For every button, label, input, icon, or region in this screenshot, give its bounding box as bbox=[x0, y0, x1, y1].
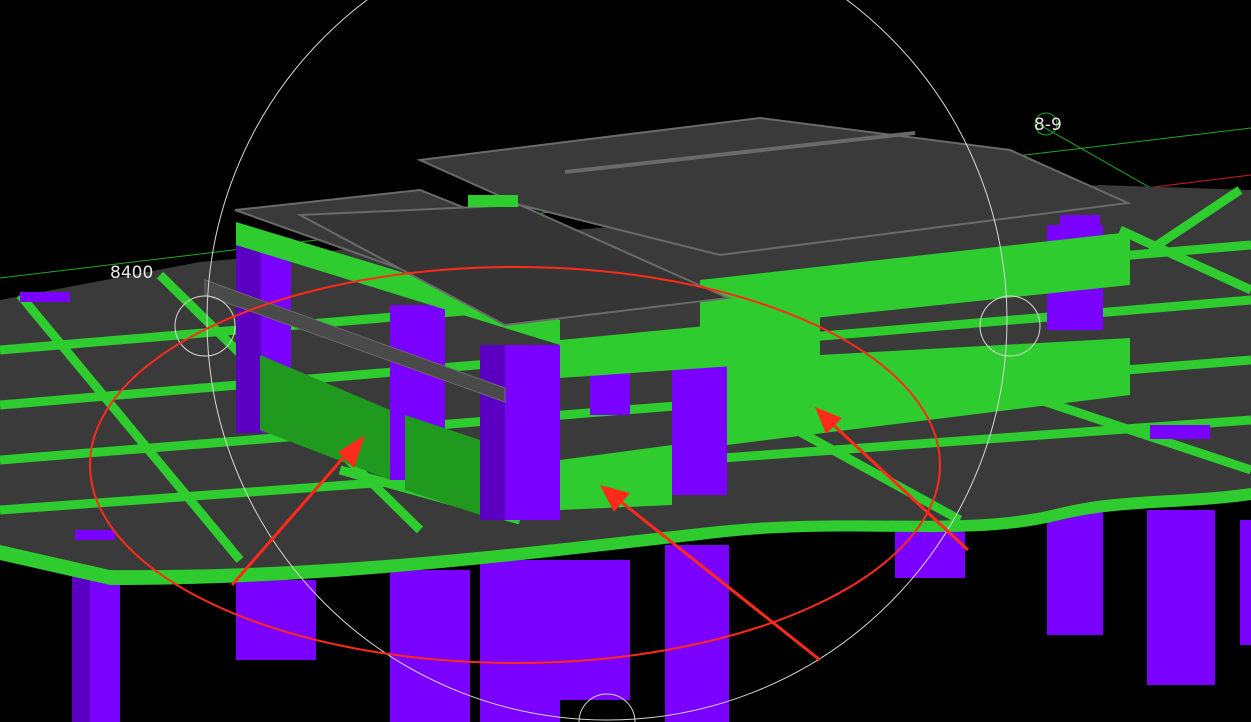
3d-model-viewport[interactable]: 8400 8-9 bbox=[0, 0, 1251, 722]
grid-bubble-label: 8-9 bbox=[1034, 115, 1062, 135]
dimension-label: 8400 bbox=[110, 263, 153, 283]
